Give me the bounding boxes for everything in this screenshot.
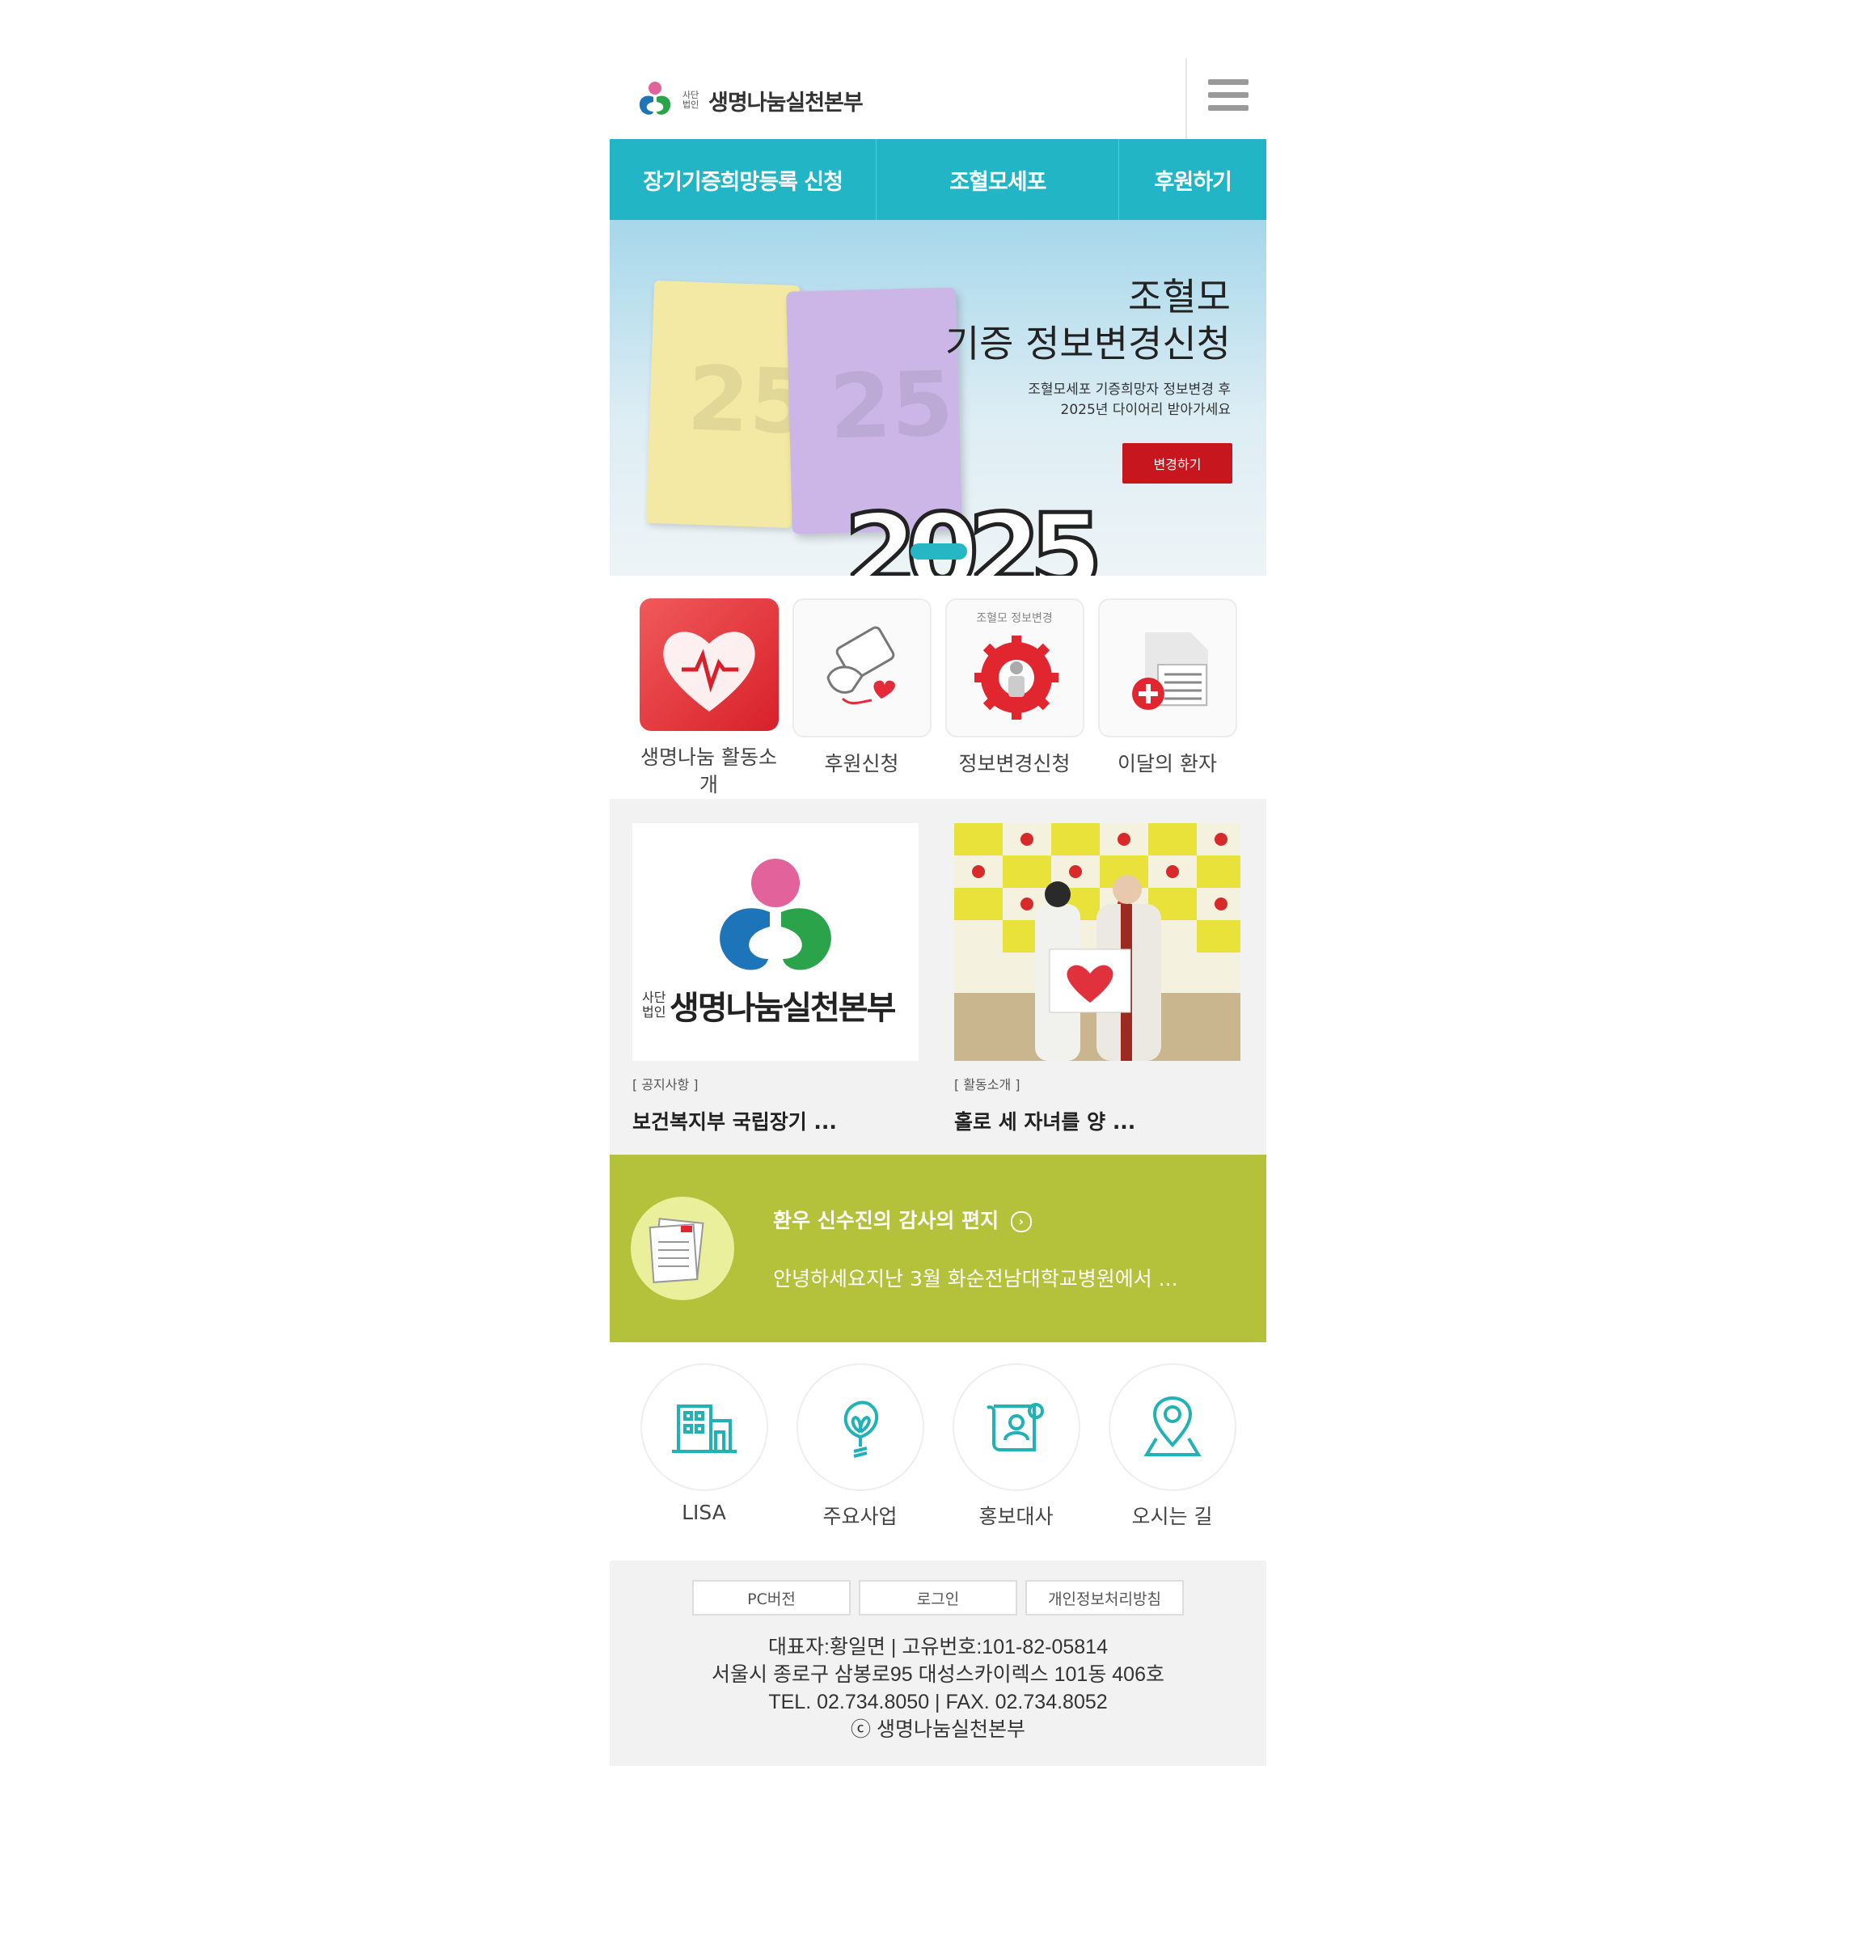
footer-links: PC버전 로그인 개인정보처리방침 [610,1580,1266,1616]
news-thumbnail: 사단 법인 생명나눔실천본부 [632,823,919,1061]
footer-info: 대표자:황일면 | 고유번호:101-82-05814 서울시 종로구 삼봉로9… [610,1633,1266,1743]
news-card-activity[interactable]: [ 활동소개 ] 홀로 세 자녀를 양 ... [954,823,1240,1155]
circle-arrow-icon: › [1010,1211,1032,1232]
banner-2025-art: 2025 [843,489,1105,577]
quick-item-activity[interactable]: 생명나눔 활동소개 [632,598,785,799]
quick-label: 생명나눔 활동소개 [640,746,777,796]
info-label: 오시는 길 [1131,1505,1213,1528]
top-nav: 장기기증희망등록 신청 조혈모세포 후원하기 [610,139,1266,220]
building-icon [641,1365,767,1489]
map-pin-icon [1109,1365,1235,1489]
header-divider [1185,58,1187,139]
sprout-bulb-icon [797,1365,923,1489]
info-item-lisa[interactable]: LISA [626,1365,782,1561]
news-title[interactable]: 홀로 세 자녀를 양 ... [954,1106,1240,1135]
banner-title: 조혈모 기증 정보변경신청 [944,275,1231,365]
diary-yellow-image: 25 [645,280,813,529]
news-card-notice[interactable]: 사단 법인 생명나눔실천본부 [ 공지사항 ] 보건복지부 국립장기 ... [632,823,919,1155]
logo-title: 생명나눔실천본부 [670,990,896,1027]
hamburger-menu-icon[interactable] [1208,79,1249,118]
nav-organ-donation-register[interactable]: 장기기증희망등록 신청 [610,139,876,220]
event-photo-image [954,823,1240,1061]
news-section: 사단 법인 생명나눔실천본부 [ 공지사항 ] 보건복지부 국립장기 ... [… [610,799,1266,1155]
main-banner[interactable]: 25 25 조혈모 기증 정보변경신청 조혈모세포 기증희망자 정보변경 후 2… [610,220,1266,576]
footer-copyright: ⓒ 생명나눔실천본부 [851,1718,1025,1741]
quick-label: 후원신청 [824,752,899,775]
news-photo [954,823,1240,1061]
banner-change-button[interactable]: 변경하기 [1122,443,1232,484]
patient-letter-banner[interactable]: 환우 신수진의 감사의 편지 › 안녕하세요지난 3월 화순전남대학교병원에서 … [610,1155,1266,1342]
header: 사단 법인 생명나눔실천본부 [610,58,1266,139]
news-category: [ 활동소개 ] [954,1077,1020,1092]
nav-hematopoietic-stem-cell[interactable]: 조혈모세포 [876,139,1120,220]
privacy-policy-link[interactable]: 개인정보처리방침 [1025,1580,1184,1616]
mobile-page: 사단 법인 생명나눔실천본부 장기기증희망등록 신청 조혈모세포 후원하기 25… [610,58,1266,1766]
logo-subtitle: 사단 법인 [682,90,699,110]
info-item-directions[interactable]: 오시는 길 [1094,1365,1250,1561]
scroll-person-icon [953,1365,1079,1489]
info-item-projects[interactable]: 주요사업 [782,1365,938,1561]
letter-title[interactable]: 환우 신수진의 감사의 편지 › [773,1205,1032,1234]
quick-label: 정보변경신청 [958,752,1071,775]
pc-version-link[interactable]: PC버전 [692,1580,851,1616]
quick-item-info-change[interactable]: 조혈모 정보변경 정보변경신청 [938,598,1091,799]
footer: PC버전 로그인 개인정보처리방침 대표자:황일면 | 고유번호:101-82-… [610,1561,1266,1766]
quick-item-patient[interactable]: 이달의 환자 [1091,598,1244,799]
footer-address: 서울시 종로구 삼봉로95 대성스카이렉스 101동 406호 [712,1663,1164,1686]
info-label: 주요사업 [822,1505,898,1528]
footer-contact: TEL. 02.734.8050 | FAX. 02.734.8052 [768,1691,1108,1713]
banner-description: 조혈모세포 기증희망자 정보변경 후 2025년 다이어리 받아가세요 [1028,382,1231,418]
info-label: LISA [682,1501,726,1524]
info-label: 홍보대사 [978,1505,1054,1528]
news-title[interactable]: 보건복지부 국립장기 ... [632,1106,919,1135]
site-logo[interactable]: 사단 법인 생명나눔실천본부 [634,79,864,121]
news-category: [ 공지사항 ] [632,1077,699,1092]
quick-item-sponsor[interactable]: 후원신청 [785,598,938,799]
info-menu: LISA 주요사업 홍보대사 오시는 길 [610,1342,1266,1561]
letter-excerpt: 안녕하세요지난 3월 화순전남대학교병원에서 ... [773,1267,1178,1290]
nav-sponsor[interactable]: 후원하기 [1119,139,1266,220]
heart-pulse-icon [639,598,779,731]
gear-person-icon: 조혈모 정보변경 [944,598,1084,737]
logo-subtitle: 사단 법인 [642,990,666,1020]
login-link[interactable]: 로그인 [859,1580,1017,1616]
medical-document-icon [1097,598,1237,737]
hand-heart-icon [792,598,932,737]
footer-representative: 대표자:황일면 | 고유번호:101-82-05814 [768,1636,1108,1658]
quick-label: 이달의 환자 [1118,752,1217,775]
quick-menu: 생명나눔 활동소개 후원신청 조혈모 정보변경 정보변경신청 이달의 환자 [610,576,1266,799]
letter-icon [631,1197,734,1300]
logo-mark-icon [639,82,671,115]
info-item-ambassador[interactable]: 홍보대사 [938,1365,1094,1561]
banner-pagination[interactable] [911,543,967,560]
tile-caption: 조혈모 정보변경 [976,612,1053,625]
logo-title: 생명나눔실천본부 [708,90,864,116]
